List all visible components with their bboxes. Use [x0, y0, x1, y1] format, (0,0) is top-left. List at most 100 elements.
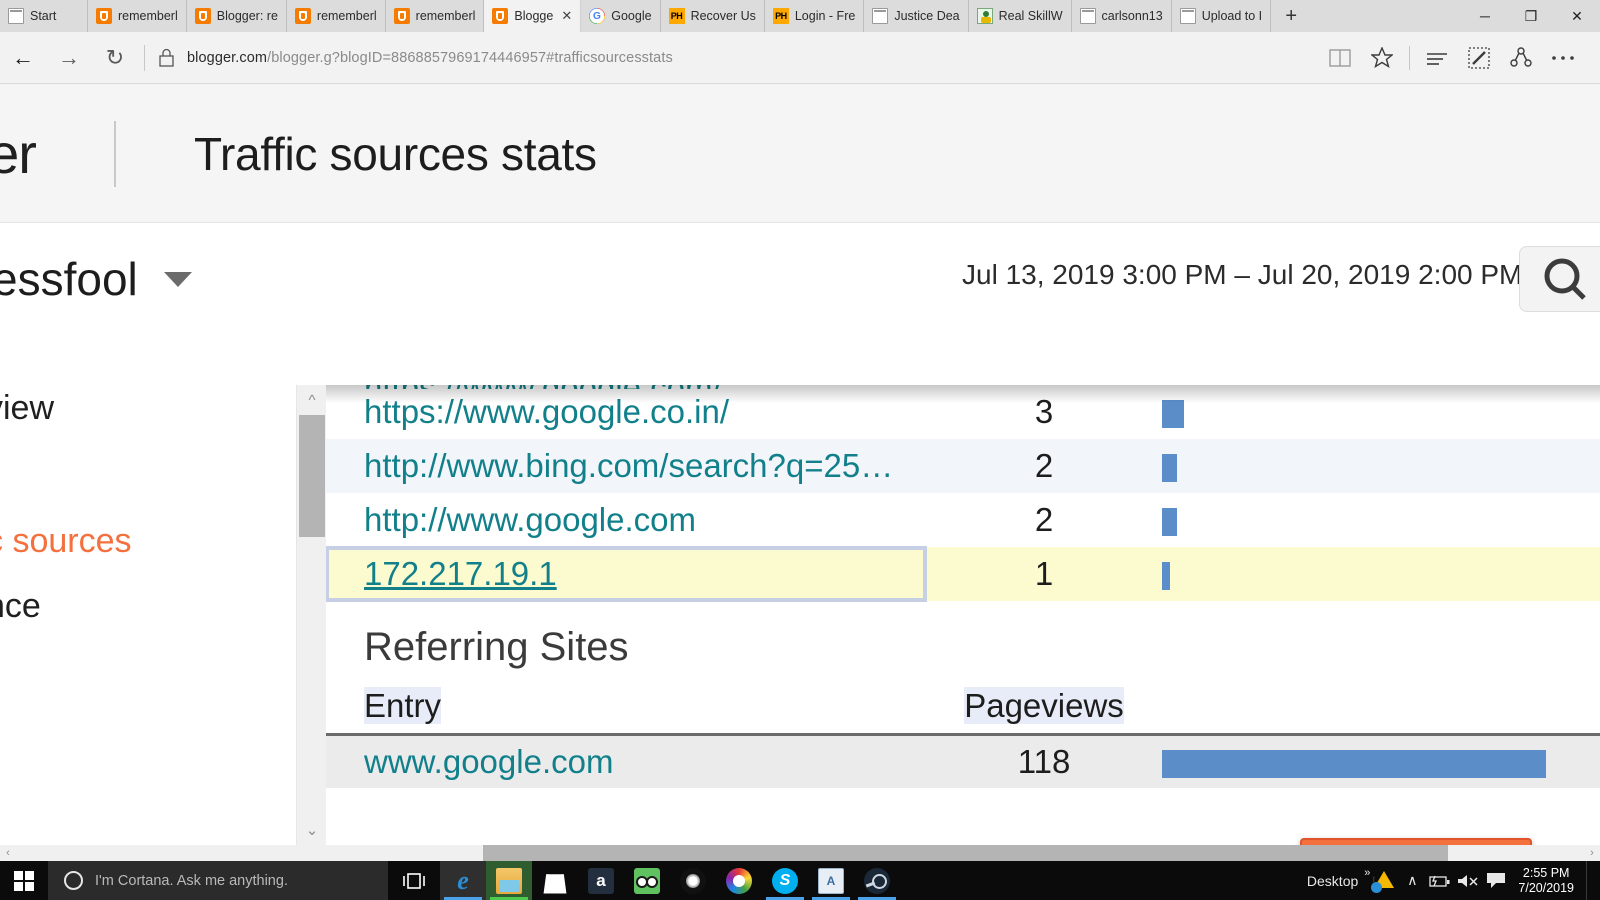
- tab-label: rememberl: [118, 9, 178, 23]
- file-explorer-icon[interactable]: [486, 861, 532, 900]
- favorites-star-icon[interactable]: [1361, 32, 1403, 84]
- entry-link[interactable]: 172.217.19.1: [364, 555, 557, 592]
- vertical-scrollbar[interactable]: ^ ⌄: [296, 385, 326, 845]
- camera-app-icon[interactable]: [670, 861, 716, 900]
- skype-icon[interactable]: S: [762, 861, 808, 900]
- battery-charging-icon[interactable]: [1426, 861, 1454, 900]
- blogger-page: ger Traffic sources stats essfool Jul 13…: [0, 85, 1600, 845]
- tab-label: Login - Fre: [795, 9, 855, 23]
- window-controls: ─ ❐ ✕: [1462, 0, 1600, 32]
- table-row-selected[interactable]: 172.217.19.1 1: [326, 547, 1600, 601]
- chevron-down-icon[interactable]: [164, 272, 192, 287]
- bar-cell: [1162, 493, 1600, 547]
- scroll-left-icon[interactable]: ‹: [0, 845, 16, 861]
- bar-graphic: [1162, 508, 1177, 536]
- column-header-pageviews[interactable]: Pageviews: [964, 687, 1124, 724]
- tab-label: Real SkillW: [999, 9, 1063, 23]
- back-button[interactable]: ←: [0, 32, 46, 84]
- document-app-icon[interactable]: A: [808, 861, 854, 900]
- sidebar-item-audience[interactable]: nce: [0, 587, 41, 626]
- sidebar-item-traffic-sources[interactable]: c sources: [0, 522, 132, 561]
- clock[interactable]: 2:55 PM 7/20/2019: [1510, 866, 1582, 896]
- tab-blogger-re[interactable]: Blogger: re: [187, 0, 287, 32]
- table-header-row: Entry Pageviews: [326, 680, 1600, 734]
- cortana-search-box[interactable]: I'm Cortana. Ask me anything.: [48, 861, 388, 900]
- edge-icon[interactable]: e: [440, 861, 486, 900]
- tab-blogge-active[interactable]: Blogge ✕: [484, 0, 581, 32]
- hub-icon[interactable]: [1416, 32, 1458, 84]
- close-icon[interactable]: ✕: [561, 8, 572, 24]
- blog-name[interactable]: essfool: [0, 252, 138, 306]
- tab-rememberl-1[interactable]: rememberl: [88, 0, 187, 32]
- settings-more-icon[interactable]: [1542, 32, 1584, 84]
- tab-upload-to-i[interactable]: Upload to I: [1172, 0, 1271, 32]
- tab-label: Upload to I: [1202, 9, 1262, 23]
- bar-cell: [1162, 439, 1600, 493]
- divider: [1409, 46, 1410, 70]
- tab-start[interactable]: Start: [0, 0, 88, 32]
- referring-urls-table: https://www.google.co.in/ 3 http://www.b…: [326, 385, 1600, 601]
- table-row[interactable]: http://www.google.com 2: [326, 493, 1600, 547]
- tab-recover-us[interactable]: PH Recover Us: [661, 0, 765, 32]
- divider: [144, 45, 145, 71]
- web-note-icon[interactable]: [1458, 32, 1500, 84]
- scrollbar-thumb[interactable]: [299, 415, 325, 537]
- lock-icon: [153, 48, 179, 67]
- new-tab-button[interactable]: +: [1271, 0, 1311, 32]
- steam-icon[interactable]: [854, 861, 900, 900]
- search-button[interactable]: [1519, 246, 1600, 312]
- restore-button[interactable]: ❐: [1508, 0, 1554, 32]
- hscrollbar-thumb[interactable]: [483, 845, 1448, 861]
- column-header-entry[interactable]: Entry: [364, 687, 441, 724]
- tab-label: Google: [611, 9, 651, 23]
- page-icon: [8, 8, 24, 24]
- entry-link[interactable]: http://www.google.com: [364, 501, 696, 538]
- scroll-right-icon[interactable]: ›: [1584, 845, 1600, 861]
- selected-entry-cell[interactable]: 172.217.19.1: [326, 547, 926, 601]
- windows-start-icon[interactable]: [0, 861, 48, 900]
- sidebar-item-overview[interactable]: view: [0, 389, 54, 428]
- reading-view-icon[interactable]: [1319, 32, 1361, 84]
- minimize-button[interactable]: ─: [1462, 0, 1508, 32]
- scroll-down-icon[interactable]: ⌄: [297, 815, 327, 845]
- tab-google[interactable]: Google: [581, 0, 660, 32]
- task-view-icon[interactable]: [388, 861, 440, 900]
- tab-label: rememberl: [416, 9, 476, 23]
- pageviews-cell: 1: [926, 547, 1162, 601]
- microsoft-store-icon[interactable]: [532, 861, 578, 900]
- share-icon[interactable]: [1500, 32, 1542, 84]
- close-window-button[interactable]: ✕: [1554, 0, 1600, 32]
- tab-justice-dea[interactable]: Justice Dea: [864, 0, 968, 32]
- color-wheel-app-icon[interactable]: [716, 861, 762, 900]
- amazon-icon[interactable]: a: [578, 861, 624, 900]
- warning-shield-icon[interactable]: [1370, 861, 1398, 900]
- tab-label: Start: [30, 9, 79, 23]
- scroll-up-icon[interactable]: ^: [297, 385, 327, 415]
- chevron-up-icon[interactable]: ∧: [1398, 861, 1426, 900]
- table-row[interactable]: www.google.com 118: [326, 734, 1600, 788]
- entry-link[interactable]: http://www.bing.com/search?q=25…: [364, 447, 893, 484]
- refresh-button[interactable]: ↻: [92, 32, 138, 84]
- forward-button[interactable]: →: [46, 32, 92, 84]
- tab-real-skillw[interactable]: Real SkillW: [969, 0, 1072, 32]
- tab-rememberl-3[interactable]: rememberl: [386, 0, 485, 32]
- action-center-icon[interactable]: [1482, 861, 1510, 900]
- tray-desktop-label[interactable]: Desktop: [1301, 873, 1364, 889]
- address-bar[interactable]: blogger.com/blogger.g?blogID=88688579691…: [179, 50, 673, 66]
- blogger-logo[interactable]: ger: [0, 121, 36, 186]
- divider: [114, 121, 116, 187]
- entry-link[interactable]: www.google.com: [364, 743, 613, 780]
- send-feedback-button[interactable]: Send feedback: [1300, 838, 1532, 845]
- horizontal-scrollbar[interactable]: ‹ ›: [0, 845, 1600, 861]
- volume-muted-icon[interactable]: [1454, 861, 1482, 900]
- tripadvisor-icon[interactable]: [624, 861, 670, 900]
- tab-login-free[interactable]: PH Login - Fre: [765, 0, 864, 32]
- bar-cell: [1162, 547, 1600, 601]
- table-row[interactable]: http://www.bing.com/search?q=25… 2: [326, 439, 1600, 493]
- ph-icon: PH: [773, 8, 789, 24]
- show-desktop-button[interactable]: [1586, 861, 1594, 900]
- google-icon: [589, 8, 605, 24]
- tab-carlsonn13[interactable]: carlsonn13: [1072, 0, 1172, 32]
- tab-rememberl-2[interactable]: rememberl: [287, 0, 386, 32]
- scroll-shadow: [326, 385, 1600, 403]
